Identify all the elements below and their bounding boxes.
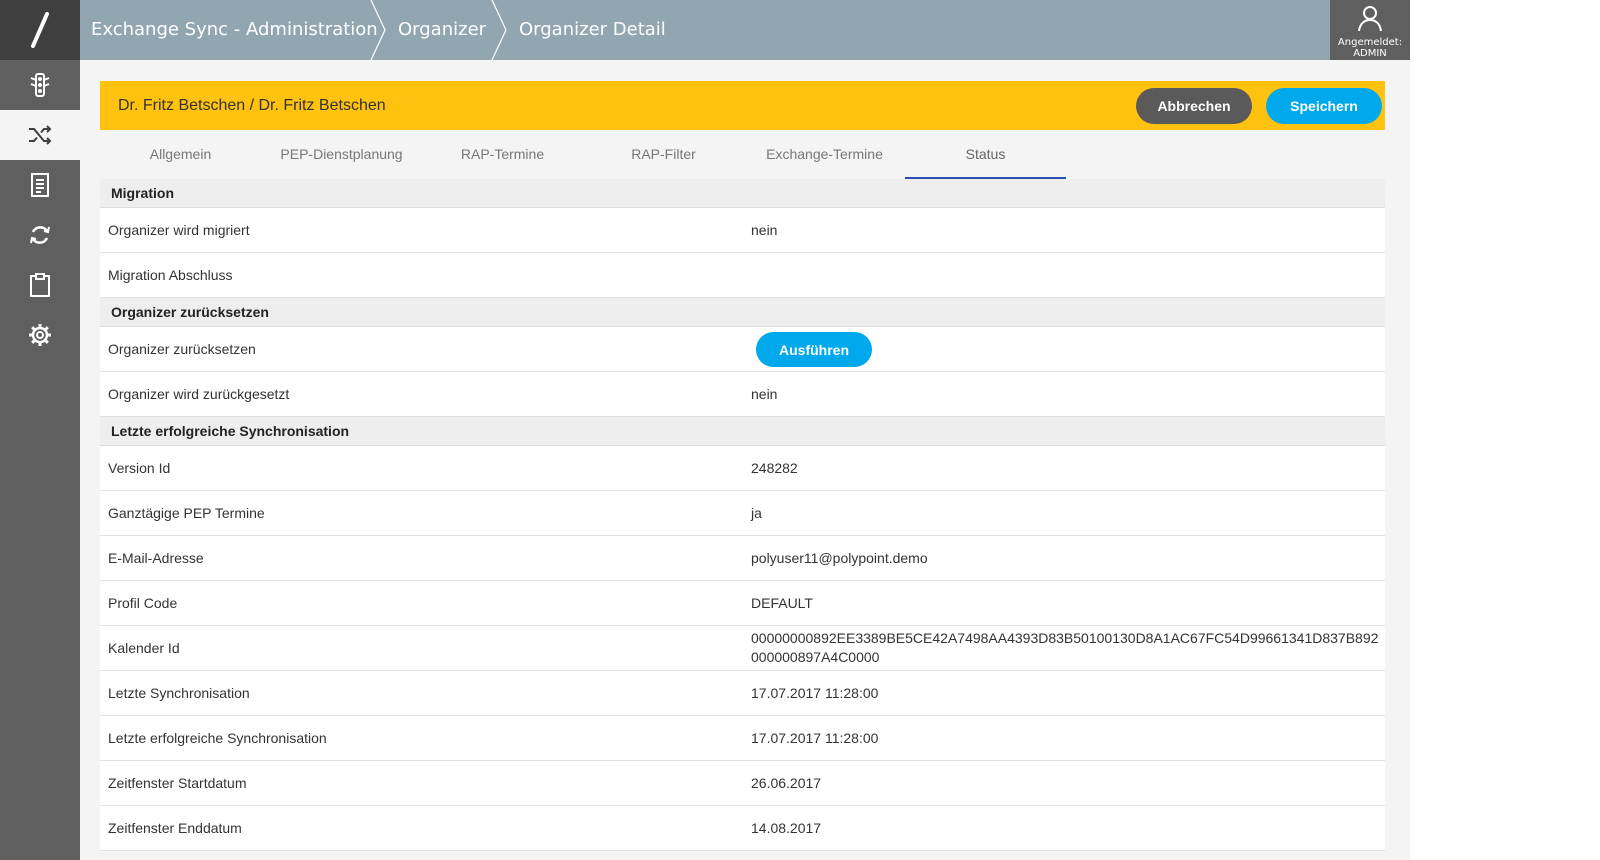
sidebar-item-monitoring[interactable]: [0, 60, 80, 110]
section-migration: Migration: [100, 179, 1385, 208]
tab-rap-termine[interactable]: RAP-Termine: [422, 130, 583, 179]
field-value: 14.08.2017: [751, 820, 822, 836]
field-value: 26.06.2017: [751, 775, 822, 791]
sidebar-item-organizer[interactable]: [0, 110, 80, 160]
sync-icon: [30, 226, 50, 244]
breadcrumb-chevron-icon: [491, 0, 507, 60]
tab-status[interactable]: Status: [905, 130, 1066, 179]
field-label: Kalender Id: [108, 640, 180, 656]
field-label: Letzte Synchronisation: [108, 685, 250, 701]
breadcrumb-chevron-icon: [370, 0, 386, 60]
field-value: nein: [751, 386, 778, 402]
record-title: Dr. Fritz Betschen / Dr. Fritz Betschen: [118, 97, 386, 114]
field-row: Letzte erfolgreiche Synchronisation 17.0…: [100, 716, 1385, 761]
user-login-label: Angemeldet:: [1337, 37, 1403, 48]
traffic-light-icon: [30, 73, 50, 97]
field-label: Organizer zurücksetzen: [108, 341, 256, 357]
section-last-sync: Letzte erfolgreiche Synchronisation: [100, 417, 1385, 446]
field-label: Version Id: [108, 460, 171, 476]
status-content: Migration Organizer wird migriert nein M…: [100, 179, 1385, 851]
field-row: Organizer wird migriert nein: [100, 208, 1385, 253]
user-login-name: ADMIN: [1353, 48, 1387, 59]
document-list-icon: [31, 173, 49, 197]
save-button[interactable]: Speichern: [1266, 88, 1382, 124]
field-value: 17.07.2017 11:28:00: [751, 730, 879, 746]
field-label: Organizer wird migriert: [108, 222, 250, 238]
field-row: Letzte Synchronisation 17.07.2017 11:28:…: [100, 671, 1385, 716]
field-row: Zeitfenster Startdatum 26.06.2017: [100, 761, 1385, 806]
field-value: nein: [751, 222, 778, 238]
app-window: Exchange Sync - Administration Organizer…: [0, 0, 1410, 860]
sidebar-item-sync[interactable]: [0, 210, 80, 260]
breadcrumb-app[interactable]: Exchange Sync - Administration: [91, 0, 378, 60]
field-row: Organizer wird zurückgesetzt nein: [100, 372, 1385, 417]
field-row: Version Id 248282: [100, 446, 1385, 491]
tab-rap-filter[interactable]: RAP-Filter: [583, 130, 744, 179]
tab-pep-dienstplanung[interactable]: PEP-Dienstplanung: [261, 130, 422, 179]
tab-bar: Allgemein PEP-Dienstplanung RAP-Termine …: [100, 130, 1385, 179]
field-label: Zeitfenster Enddatum: [108, 820, 242, 836]
sidebar-item-settings[interactable]: [0, 310, 80, 360]
breadcrumb-organizer-detail: Organizer Detail: [519, 19, 666, 40]
field-row: Kalender Id 00000000892EE3389BE5CE42A749…: [100, 626, 1385, 671]
field-row: E-Mail-Adresse polyuser11@polypoint.demo: [100, 536, 1385, 581]
field-row: Ganztägige PEP Termine ja: [100, 491, 1385, 536]
field-value: 00000000892EE3389BE5CE42A7498AA4393D83B5…: [751, 630, 1379, 665]
field-value: ja: [751, 505, 762, 521]
field-row: Organizer zurücksetzen Ausführen: [100, 327, 1385, 372]
record-title-bar: Dr. Fritz Betschen / Dr. Fritz Betschen …: [100, 81, 1385, 130]
field-row: Profil Code DEFAULT: [100, 581, 1385, 626]
field-row: Migration Abschluss: [100, 253, 1385, 298]
user-icon: [1358, 6, 1382, 32]
tab-exchange-termine[interactable]: Exchange-Termine: [744, 130, 905, 179]
cancel-button[interactable]: Abbrechen: [1136, 88, 1252, 124]
field-value: DEFAULT: [751, 595, 813, 611]
field-label: Profil Code: [108, 595, 178, 611]
field-value: 17.07.2017 11:28:00: [751, 685, 879, 701]
sidebar: [0, 0, 80, 860]
field-label: E-Mail-Adresse: [108, 550, 204, 566]
shuffle-icon: [29, 125, 52, 145]
field-label: Organizer wird zurückgesetzt: [108, 386, 290, 402]
gear-icon: [29, 324, 51, 346]
tab-allgemein[interactable]: Allgemein: [100, 130, 261, 179]
section-reset: Organizer zurücksetzen: [100, 298, 1385, 327]
field-value: polyuser11@polypoint.demo: [751, 550, 928, 566]
field-row: Zeitfenster Enddatum 14.08.2017: [100, 806, 1385, 851]
clipboard-icon: [30, 273, 50, 297]
breadcrumb-organizer[interactable]: Organizer: [398, 0, 486, 60]
field-value: 248282: [751, 460, 798, 476]
sidebar-item-reports[interactable]: [0, 160, 80, 210]
sidebar-item-tasks[interactable]: [0, 260, 80, 310]
execute-reset-button[interactable]: Ausführen: [756, 332, 872, 367]
slash-logo[interactable]: [0, 0, 80, 60]
field-label: Zeitfenster Startdatum: [108, 775, 247, 791]
user-menu[interactable]: Angemeldet: ADMIN: [1330, 0, 1410, 60]
header-bar: Exchange Sync - Administration Organizer…: [80, 0, 1410, 60]
field-label: Ganztägige PEP Termine: [108, 505, 265, 521]
field-label: Letzte erfolgreiche Synchronisation: [108, 730, 327, 746]
field-label: Migration Abschluss: [108, 267, 233, 283]
